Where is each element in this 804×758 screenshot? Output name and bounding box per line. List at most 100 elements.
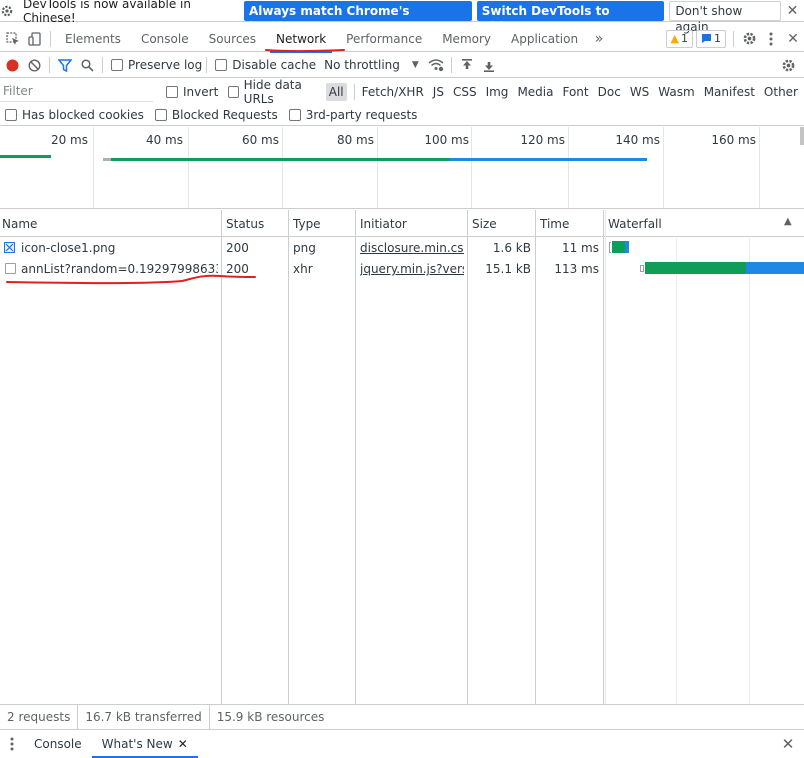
column-header-name[interactable]: Name <box>2 217 37 231</box>
waterfall-bar-download <box>625 241 629 253</box>
tab-elements[interactable]: Elements <box>55 26 131 52</box>
filter-type-img[interactable]: Img <box>483 83 512 101</box>
filter-type-ws[interactable]: WS <box>627 83 652 101</box>
match-language-button[interactable]: Always match Chrome's language <box>244 0 472 34</box>
table-row[interactable]: icon-close1.png 200 png disclosure.min.c… <box>0 238 804 259</box>
checkbox-box[interactable] <box>215 59 228 71</box>
has-blocked-cookies-checkbox[interactable]: Has blocked cookies <box>5 108 144 122</box>
sort-ascending-icon[interactable]: ▲ <box>784 216 792 227</box>
filter-type-other[interactable]: Other <box>761 83 801 101</box>
overview-scroll-handle[interactable] <box>800 127 804 145</box>
gridline <box>188 127 189 208</box>
tab-network[interactable]: Network <box>266 26 336 53</box>
invert-checkbox[interactable]: Invert <box>166 85 218 99</box>
checkbox-box[interactable] <box>154 108 167 121</box>
column-divider <box>603 210 604 704</box>
filter-type-css[interactable]: CSS <box>450 83 480 101</box>
column-header-type[interactable]: Type <box>293 217 321 231</box>
clear-icon[interactable] <box>23 54 45 76</box>
filter-type-all[interactable]: All <box>325 82 347 101</box>
drawer-tab-console[interactable]: Console <box>24 730 92 758</box>
drawer-menu-icon[interactable] <box>0 733 24 755</box>
request-name: icon-close1.png <box>21 241 116 255</box>
dont-show-again-button[interactable]: Don't show again <box>669 0 781 34</box>
divider <box>450 57 452 73</box>
filter-input[interactable] <box>0 81 153 102</box>
drawer-tab-whats-new[interactable]: What's New ✕ <box>91 730 198 758</box>
tab-memory[interactable]: Memory <box>432 26 501 52</box>
settings-icon[interactable] <box>738 28 760 50</box>
third-party-requests-checkbox[interactable]: 3rd-party requests <box>288 108 417 122</box>
column-header-initiator[interactable]: Initiator <box>360 217 407 231</box>
checkbox-box[interactable] <box>5 108 17 121</box>
filter-type-wasm[interactable]: Wasm <box>655 83 697 101</box>
more-tabs-icon[interactable]: » <box>588 28 610 50</box>
messages-badge[interactable]: 1 <box>696 29 726 48</box>
transferred-size: 16.7 kB transferred <box>78 704 210 729</box>
checkbox-box[interactable] <box>228 85 239 98</box>
throttling-select[interactable]: No throttling ▼ <box>324 58 419 72</box>
tab-performance[interactable]: Performance <box>336 26 432 52</box>
gridline <box>282 127 283 208</box>
filter-type-fetch-xhr[interactable]: Fetch/XHR <box>359 83 427 101</box>
status-bar: 2 requests 16.7 kB transferred 15.9 kB r… <box>0 704 804 729</box>
tab-console[interactable]: Console <box>131 26 199 52</box>
gridline <box>93 127 94 208</box>
blocked-requests-checkbox[interactable]: Blocked Requests <box>154 107 278 122</box>
filter-type-manifest[interactable]: Manifest <box>701 83 758 101</box>
tab-sources[interactable]: Sources <box>199 26 266 52</box>
inspect-element-icon[interactable] <box>2 28 24 50</box>
drawer-tab-label: What's New <box>101 737 173 751</box>
warnings-badge[interactable]: ▲ 1 <box>665 29 693 48</box>
request-initiator-link[interactable]: disclosure.min.css... <box>360 241 464 255</box>
disable-cache-checkbox[interactable]: Disable cache <box>215 58 316 72</box>
close-tab-icon[interactable]: ✕ <box>178 730 188 758</box>
switch-language-button[interactable]: Switch DevTools to Chinese <box>476 0 665 34</box>
checkbox-box[interactable] <box>166 85 178 98</box>
checkbox-box[interactable] <box>111 59 123 71</box>
blocked-requests-label: Blocked Requests <box>171 107 278 122</box>
request-initiator-link[interactable]: jquery.min.js?vers... <box>360 262 464 276</box>
waterfall-bar-download <box>746 262 804 274</box>
table-row[interactable]: annList?random=0.1929799863397... 200 xh… <box>0 259 804 280</box>
import-har-icon[interactable] <box>456 54 478 76</box>
hide-data-urls-checkbox[interactable]: Hide data URLs <box>228 78 320 106</box>
overview-bar-queue <box>103 158 111 161</box>
network-conditions-icon[interactable] <box>425 54 447 76</box>
tab-application[interactable]: Application <box>501 26 588 52</box>
dropdown-arrow-icon: ▼ <box>411 60 419 70</box>
checkbox-box[interactable] <box>288 108 301 121</box>
close-devtools-icon[interactable]: ✕ <box>782 28 804 50</box>
record-icon[interactable] <box>1 54 23 76</box>
filter-icon[interactable] <box>54 54 76 76</box>
warning-icon: ▲ <box>670 32 679 45</box>
network-overview[interactable]: 20 ms 40 ms 60 ms 80 ms 100 ms 120 ms 14… <box>0 127 804 209</box>
device-toolbar-icon[interactable] <box>24 28 46 50</box>
filter-type-media[interactable]: Media <box>514 83 556 101</box>
filter-type-js[interactable]: JS <box>430 83 447 101</box>
preserve-log-checkbox[interactable]: Preserve log <box>111 58 202 72</box>
column-header-waterfall[interactable]: Waterfall <box>608 217 662 231</box>
resources-size: 15.9 kB resources <box>216 709 325 724</box>
search-icon[interactable] <box>76 54 98 76</box>
waterfall-gridline <box>676 238 677 704</box>
request-size: 15.1 kB <box>485 262 531 276</box>
divider <box>102 57 103 73</box>
filter-type-font[interactable]: Font <box>559 83 591 101</box>
column-header-status[interactable]: Status <box>226 217 264 231</box>
overview-tick: 60 ms <box>241 133 279 147</box>
close-drawer-icon[interactable]: ✕ <box>777 733 799 755</box>
column-header-time[interactable]: Time <box>540 217 569 231</box>
infobar-message: DevTools is now available in Chinese! <box>22 0 191 25</box>
waterfall-bar-waiting <box>645 262 746 274</box>
overview-tick: 40 ms <box>145 133 183 147</box>
network-settings-icon[interactable] <box>777 54 799 76</box>
request-type: png <box>293 241 316 255</box>
more-options-icon[interactable] <box>760 28 782 50</box>
filter-type-doc[interactable]: Doc <box>595 83 624 101</box>
network-toolbar: Preserve log Disable cache No throttling… <box>0 53 804 78</box>
throttling-value: No throttling <box>324 58 400 72</box>
column-header-size[interactable]: Size <box>472 217 497 231</box>
export-har-icon[interactable] <box>478 54 500 76</box>
close-icon[interactable]: ✕ <box>781 3 804 19</box>
